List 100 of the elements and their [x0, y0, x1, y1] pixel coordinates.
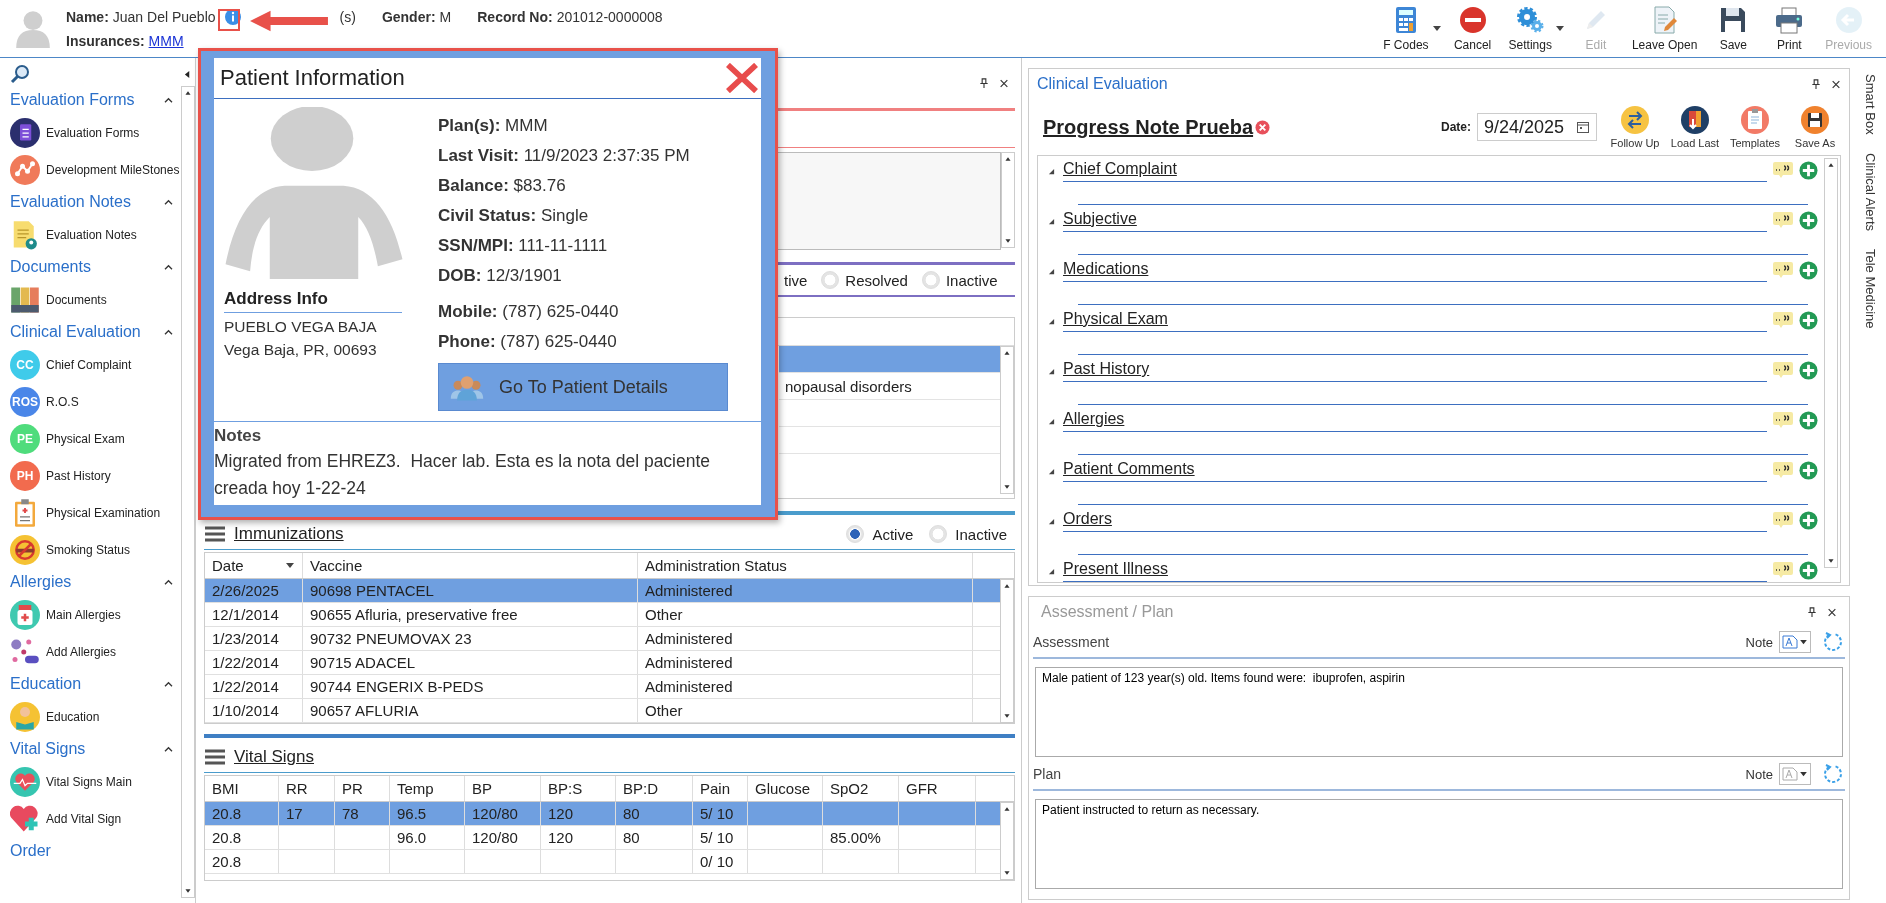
sidebar-item[interactable]: Main Allergies — [10, 596, 181, 633]
column-header[interactable]: PR — [335, 776, 390, 801]
sidebar-item[interactable]: Add Vital Sign — [10, 800, 181, 837]
radio-button[interactable] — [929, 525, 948, 543]
expand-triangle-icon[interactable] — [1048, 468, 1055, 475]
expand-triangle-icon[interactable] — [1048, 418, 1055, 425]
pin-icon[interactable] — [979, 77, 989, 89]
column-header[interactable]: Date — [205, 553, 303, 578]
expand-triangle-icon[interactable] — [1048, 568, 1055, 575]
add-icon[interactable] — [1799, 461, 1818, 480]
quote-icon[interactable] — [1773, 462, 1793, 478]
toolbar-button[interactable]: Save — [1705, 3, 1762, 54]
close-icon[interactable] — [1831, 78, 1841, 90]
text-area[interactable]: Male patient of 123 year(s) old. Items found were: ibuprofen, aspirin — [1035, 667, 1843, 757]
chevron-icon[interactable] — [164, 328, 173, 336]
sidebar-item[interactable]: Add Allergies — [10, 633, 181, 670]
section-link[interactable]: Patient Comments — [1063, 460, 1195, 482]
table-row[interactable]: 12/1/2014 90655 Afluria, preservative free Other — [205, 603, 1000, 627]
column-header[interactable]: SpO2 — [823, 776, 899, 801]
quote-icon[interactable] — [1773, 262, 1793, 278]
quote-icon[interactable] — [1773, 562, 1793, 578]
insurance-link[interactable]: MMM — [148, 32, 184, 49]
expand-triangle-icon[interactable] — [1048, 518, 1055, 525]
format-dropdown[interactable] — [1779, 631, 1811, 653]
text-area[interactable]: Patient instructed to return as necessary. — [1035, 799, 1843, 889]
column-header[interactable]: BP:D — [616, 776, 693, 801]
radio-button[interactable] — [846, 525, 865, 543]
radio-button[interactable] — [921, 271, 940, 289]
add-icon[interactable] — [1799, 361, 1818, 380]
column-header[interactable]: Glucose — [748, 776, 823, 801]
dropdown-caret-icon[interactable] — [1555, 25, 1564, 32]
column-header[interactable]: BP:S — [541, 776, 616, 801]
section-link[interactable]: Past History — [1063, 360, 1150, 382]
close-icon[interactable] — [1827, 606, 1837, 618]
sidebar-item[interactable]: Education — [10, 698, 181, 735]
action-button[interactable]: Save As — [1785, 105, 1845, 149]
refresh-icon[interactable] — [1823, 763, 1845, 785]
table-row[interactable]: 20.8 0/ 10 — [205, 850, 1000, 874]
quote-icon[interactable] — [1773, 412, 1793, 428]
scrollbar[interactable] — [1000, 802, 1014, 880]
column-header[interactable]: Temp — [390, 776, 465, 801]
pin-icon[interactable] — [1807, 606, 1817, 618]
action-button[interactable]: Load Last — [1665, 105, 1725, 149]
sidebar-item[interactable]: PE Physical Exam — [10, 420, 181, 457]
quote-icon[interactable] — [1773, 212, 1793, 228]
table-row[interactable]: 2/26/2025 90698 PENTACEL Administered — [205, 579, 1000, 603]
table-row[interactable]: 20.8 17 78 96.5 120/80 120 80 5/ 10 — [205, 802, 1000, 826]
table-row[interactable]: 1/10/2014 90657 AFLURIA Other — [205, 699, 1000, 723]
section-link[interactable]: Physical Exam — [1063, 310, 1168, 332]
quote-icon[interactable] — [1773, 162, 1793, 178]
chevron-icon[interactable] — [164, 96, 173, 104]
remove-icon[interactable] — [1255, 119, 1271, 135]
add-icon[interactable] — [1799, 211, 1818, 230]
expand-triangle-icon[interactable] — [1048, 268, 1055, 275]
table-row[interactable]: 1/22/2014 90715 ADACEL Administered — [205, 651, 1000, 675]
close-icon[interactable] — [999, 77, 1009, 89]
sidebar-item[interactable]: Physical Examination — [10, 494, 181, 531]
toolbar-button[interactable]: Print — [1761, 3, 1818, 54]
toolbar-button[interactable]: Settings — [1500, 3, 1560, 54]
column-header[interactable]: BP — [465, 776, 541, 801]
section-link[interactable]: Chief Complaint — [1063, 160, 1177, 182]
sidebar-item[interactable]: PH Past History — [10, 457, 181, 494]
toolbar-button[interactable]: F Codes — [1375, 3, 1437, 54]
patient-details-button[interactable]: Go To Patient Details — [438, 363, 728, 411]
scrollbar[interactable] — [1001, 152, 1015, 248]
toolbar-button[interactable]: Leave Open — [1623, 3, 1706, 54]
side-tab[interactable]: Clinical Alerts — [1862, 152, 1878, 231]
add-icon[interactable] — [1799, 161, 1818, 180]
add-icon[interactable] — [1799, 261, 1818, 280]
sidebar-item[interactable]: Development MileStones — [10, 151, 181, 188]
sidebar-item[interactable]: Evaluation Notes — [10, 216, 181, 253]
sidebar-item[interactable]: Evaluation Forms — [10, 114, 181, 151]
menu-icon[interactable] — [204, 749, 226, 765]
expand-triangle-icon[interactable] — [1048, 368, 1055, 375]
section-link[interactable]: Orders — [1063, 510, 1112, 532]
refresh-icon[interactable] — [1823, 631, 1845, 653]
chevron-icon[interactable] — [164, 198, 173, 206]
dropdown-caret-icon[interactable] — [1432, 25, 1441, 32]
radio-button[interactable] — [821, 271, 840, 289]
action-button[interactable]: Templates — [1725, 105, 1785, 149]
sidebar-item[interactable]: Vital Signs Main — [10, 763, 181, 800]
column-header[interactable]: Vaccine — [303, 553, 638, 578]
add-icon[interactable] — [1799, 561, 1818, 580]
column-header[interactable]: GFR — [899, 776, 976, 801]
calendar-icon[interactable] — [1576, 120, 1590, 134]
column-header[interactable]: Administration Status — [638, 553, 973, 578]
chevron-icon[interactable] — [164, 263, 173, 271]
sidebar-item[interactable]: Smoking Status — [10, 531, 181, 568]
side-tab[interactable]: Smart Box — [1862, 74, 1878, 135]
chevron-icon[interactable] — [164, 680, 173, 688]
menu-icon[interactable] — [204, 526, 226, 542]
sidebar-item[interactable]: Documents — [10, 281, 181, 318]
section-link[interactable]: Allergies — [1063, 410, 1125, 432]
collapse-icon[interactable] — [184, 69, 191, 79]
toolbar-button[interactable]: Cancel — [1444, 3, 1501, 54]
side-tab[interactable]: Tele Medicine — [1862, 248, 1878, 329]
quote-icon[interactable] — [1773, 362, 1793, 378]
chevron-icon[interactable] — [164, 745, 173, 753]
section-link[interactable]: Subjective — [1063, 210, 1137, 232]
expand-triangle-icon[interactable] — [1048, 318, 1055, 325]
